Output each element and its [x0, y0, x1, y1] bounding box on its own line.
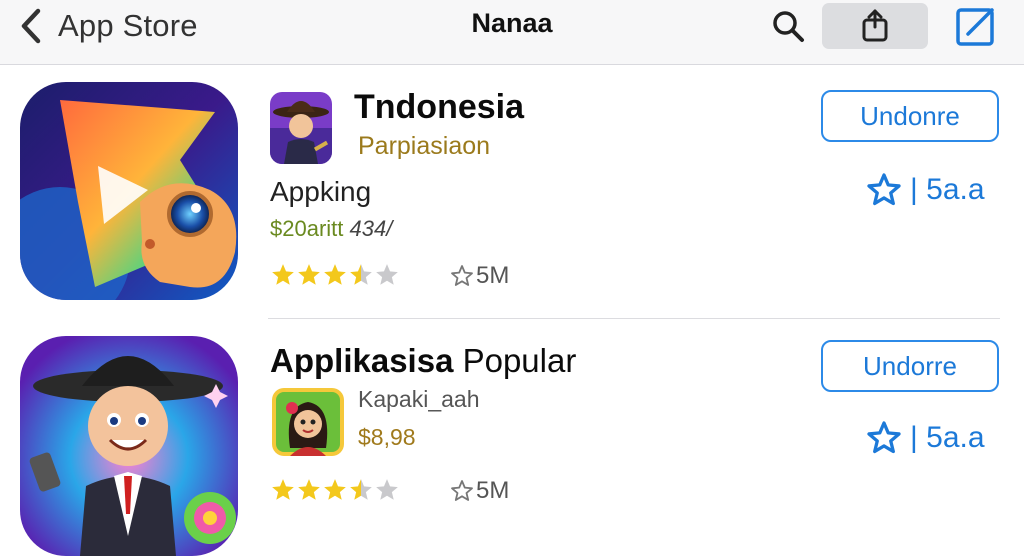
- search-button[interactable]: [770, 8, 806, 44]
- rating-star-icon: [376, 264, 398, 285]
- star-rating: [270, 477, 400, 503]
- rating-count-label: 5M: [476, 262, 510, 289]
- app-icon[interactable]: [20, 336, 238, 556]
- get-button[interactable]: Undonre: [821, 90, 999, 142]
- favorite-label: | 5a.a: [910, 421, 985, 454]
- rating-star-icon: [350, 264, 372, 285]
- developer-name: Parpiasiaon: [358, 132, 491, 160]
- developer-avatar: [272, 388, 344, 456]
- price-main: $20aritt: [270, 216, 344, 241]
- rating-star-icon: [350, 479, 372, 500]
- star-outline-icon: [867, 421, 901, 454]
- rating-star-icon: [376, 479, 398, 500]
- app-title: Applikasisa Popular: [270, 342, 576, 380]
- compose-button[interactable]: [954, 4, 998, 48]
- app-icon[interactable]: [20, 82, 238, 300]
- app-category: Appking: [270, 176, 372, 207]
- price-text: $20aritt 434/: [270, 216, 392, 242]
- price-extra: 434/: [349, 216, 393, 241]
- price-text: $8,98: [358, 424, 416, 450]
- divider: [268, 318, 1000, 319]
- star-outline-icon: [867, 173, 901, 206]
- chevron-left-icon: [21, 8, 41, 44]
- rating-count: 5M: [450, 477, 509, 505]
- star-outline-icon: [451, 265, 473, 286]
- share-button[interactable]: [822, 3, 928, 49]
- get-button[interactable]: Undorre: [821, 340, 999, 392]
- play-fish-graphic: [20, 82, 238, 300]
- favorite-button[interactable]: | 5a.a: [866, 420, 985, 456]
- app-list-item[interactable]: Applikasisa Popular Kapaki_aah $8,98 5M …: [0, 320, 1024, 556]
- star-rating: [270, 262, 400, 288]
- rating-star-icon: [272, 479, 294, 500]
- cowboy-character-graphic: [20, 336, 238, 556]
- rating-star-icon: [324, 264, 346, 285]
- rating-count: 5M: [450, 262, 509, 290]
- app-title-light: Popular: [462, 342, 577, 379]
- back-button[interactable]: App Store: [18, 6, 198, 46]
- favorite-label: | 5a.a: [910, 173, 985, 206]
- share-icon: [862, 9, 888, 42]
- search-icon: [773, 11, 804, 42]
- rating-count-label: 5M: [476, 477, 510, 504]
- developer-name: Kapaki_aah: [358, 386, 480, 412]
- developer-avatar: [270, 92, 332, 164]
- compose-icon: [956, 8, 994, 46]
- rating-star-icon: [324, 479, 346, 500]
- rating-star-icon: [298, 264, 320, 285]
- app-title-bold: Applikasisa: [270, 342, 454, 379]
- back-label: App Store: [58, 8, 198, 43]
- favorite-button[interactable]: | 5a.a: [866, 172, 985, 208]
- star-outline-icon: [451, 480, 473, 501]
- rating-star-icon: [272, 264, 294, 285]
- app-list-item[interactable]: Tndonesia Parpiasiaon Appking $20aritt 4…: [0, 66, 1024, 318]
- navigation-bar: App Store Nanaa: [0, 0, 1024, 65]
- rating-star-icon: [298, 479, 320, 500]
- app-title: Tndonesia: [354, 88, 525, 126]
